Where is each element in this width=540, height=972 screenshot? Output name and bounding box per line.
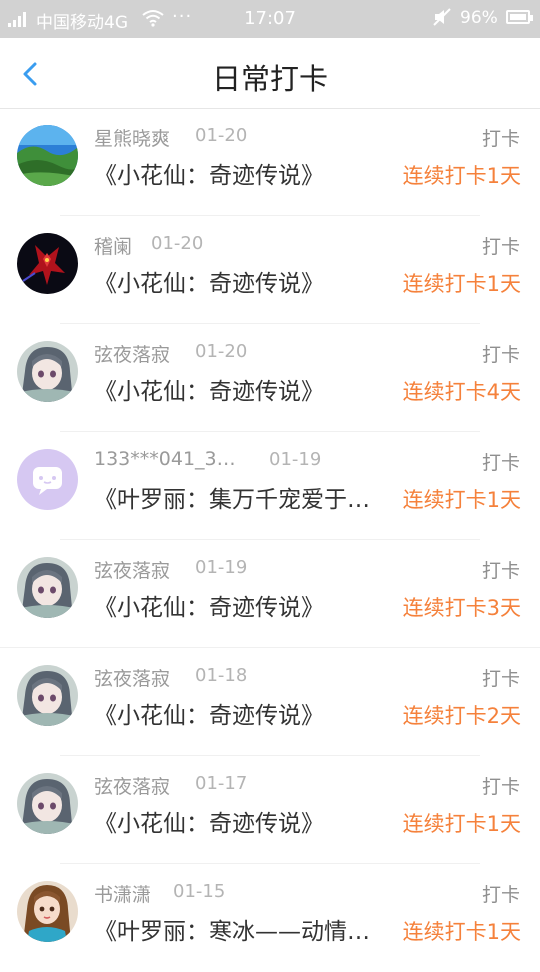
streak-label: 连续打卡1天 — [402, 488, 521, 512]
checkin-date: 01-18 — [195, 665, 248, 686]
checkin-row[interactable]: 星熊晓爽 01-20 打卡 《小花仙：奇迹传说》 连续打卡1天 — [0, 108, 540, 216]
checkin-row[interactable]: 弦夜落寂 01-20 打卡 《小花仙：奇迹传说》 连续打卡4天 — [0, 324, 540, 432]
streak-label: 连续打卡1天 — [402, 164, 521, 188]
streak-label: 连续打卡2天 — [402, 704, 521, 728]
anime-girl-avatar[interactable] — [17, 557, 78, 618]
book-title[interactable]: 《叶罗丽：寒冰——动情… — [94, 912, 392, 946]
landscape-avatar[interactable] — [17, 125, 78, 186]
streak-label: 连续打卡1天 — [402, 812, 521, 836]
streak-label: 连续打卡3天 — [402, 596, 521, 620]
checkin-date: 01-17 — [195, 773, 248, 794]
checkin-date: 01-20 — [195, 341, 248, 362]
checkin-row[interactable]: 稽阑 01-20 打卡 《小花仙：奇迹传说》 连续打卡1天 — [0, 216, 540, 324]
checkin-date: 01-20 — [195, 125, 248, 146]
checkin-row[interactable]: 133***041_3… 01-19 打卡 《叶罗丽：集万千宠爱于… 连续打卡1… — [0, 432, 540, 540]
checkin-date: 01-15 — [173, 881, 226, 902]
action-label: 打卡 — [481, 884, 520, 906]
streak-label: 连续打卡1天 — [402, 920, 521, 944]
username: 稽阑 — [94, 236, 133, 258]
username: 弦夜落寂 — [94, 776, 171, 798]
action-label: 打卡 — [481, 668, 520, 690]
action-label: 打卡 — [481, 452, 520, 474]
anime-girl-avatar[interactable] — [17, 665, 78, 726]
username: 书潇潇 — [94, 884, 152, 906]
username: 星熊晓爽 — [94, 128, 171, 150]
action-label: 打卡 — [481, 236, 520, 258]
red-mecha-avatar[interactable] — [17, 233, 78, 294]
book-title[interactable]: 《小花仙：奇迹传说》 — [94, 804, 392, 838]
checkin-date: 01-19 — [195, 557, 248, 578]
status-bar: 中国移动4G ··· 17:07 96% — [0, 0, 540, 38]
action-label: 打卡 — [481, 776, 520, 798]
nav-bar: 日常打卡 — [0, 38, 540, 109]
battery-percent: 96% — [460, 8, 498, 28]
chat-bubble-avatar[interactable] — [17, 449, 78, 510]
book-title[interactable]: 《小花仙：奇迹传说》 — [94, 588, 392, 622]
anime-girl-avatar[interactable] — [17, 341, 78, 402]
action-label: 打卡 — [481, 560, 520, 582]
checkin-list: 星熊晓爽 01-20 打卡 《小花仙：奇迹传说》 连续打卡1天 稽阑 01-20… — [0, 108, 540, 972]
username: 133***041_3… — [94, 448, 236, 470]
book-title[interactable]: 《小花仙：奇迹传说》 — [94, 156, 392, 190]
doll-avatar[interactable] — [17, 881, 78, 942]
username: 弦夜落寂 — [94, 560, 171, 582]
checkin-row[interactable]: 弦夜落寂 01-18 打卡 《小花仙：奇迹传说》 连续打卡2天 — [0, 648, 540, 756]
book-title[interactable]: 《小花仙：奇迹传说》 — [94, 696, 392, 730]
username: 弦夜落寂 — [94, 668, 171, 690]
action-label: 打卡 — [481, 344, 520, 366]
mute-icon — [433, 7, 451, 32]
anime-girl-avatar[interactable] — [17, 773, 78, 834]
battery-icon — [506, 10, 533, 24]
streak-label: 连续打卡4天 — [402, 380, 521, 404]
checkin-date: 01-20 — [151, 233, 204, 254]
book-title[interactable]: 《叶罗丽：集万千宠爱于… — [94, 480, 392, 514]
username: 弦夜落寂 — [94, 344, 171, 366]
book-title[interactable]: 《小花仙：奇迹传说》 — [94, 264, 392, 298]
book-title[interactable]: 《小花仙：奇迹传说》 — [94, 372, 392, 406]
checkin-row[interactable]: 弦夜落寂 01-17 打卡 《小花仙：奇迹传说》 连续打卡1天 — [0, 756, 540, 864]
action-label: 打卡 — [481, 128, 520, 150]
clock: 17:07 — [244, 8, 296, 29]
streak-label: 连续打卡1天 — [402, 272, 521, 296]
checkin-date: 01-19 — [269, 449, 322, 470]
page-title: 日常打卡 — [211, 62, 328, 96]
checkin-row[interactable]: 弦夜落寂 01-19 打卡 《小花仙：奇迹传说》 连续打卡3天 — [0, 540, 540, 648]
checkin-row[interactable]: 书潇潇 01-15 打卡 《叶罗丽：寒冰——动情… 连续打卡1天 — [0, 864, 540, 972]
